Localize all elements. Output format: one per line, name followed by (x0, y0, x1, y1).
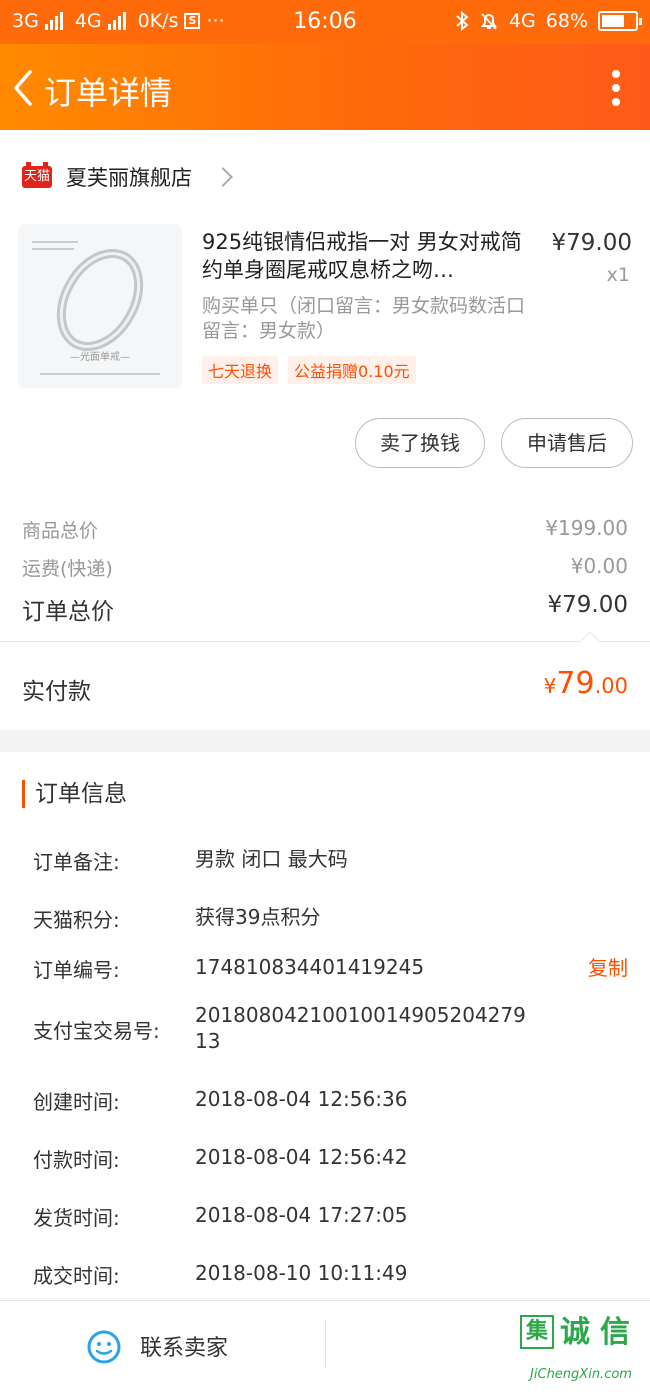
tag-charity-donation: 公益捐赠0.10元 (288, 356, 416, 384)
contact-seller-button[interactable]: 联系卖家 (86, 1328, 228, 1364)
after-sale-button[interactable]: 申请售后 (501, 418, 633, 468)
watermark-logo: 集 诚 信 JiChengXin.com (520, 1315, 642, 1387)
bottom-action-bar: 联系卖家 集 诚 信 JiChengXin.com (0, 1300, 650, 1392)
order-info-card: 订单信息 订单备注: 男款 闭口 最大码 天猫积分: 获得39点积分 订单编号:… (0, 752, 650, 1298)
paid-amount-value: ¥79.00 (544, 666, 628, 701)
product-quantity: x1 (606, 264, 630, 286)
order-total-row: 订单总价 ¥79.00 (22, 592, 628, 626)
shop-name: 夏芙丽旗舰店 (66, 166, 192, 190)
info-value: 2018080421001001490520427913 (195, 1003, 526, 1053)
product-price: ¥79.00 (551, 230, 632, 256)
tmall-logo-icon: 天猫 (22, 162, 52, 188)
pointer-arrow (580, 631, 600, 651)
ring-image-icon (32, 241, 160, 375)
info-key: 订单编号: (33, 958, 120, 982)
copy-button[interactable]: 复制 (588, 952, 628, 981)
goods-total-value: ¥199.00 (545, 516, 628, 540)
goods-total-row: 商品总价 ¥199.00 (22, 516, 628, 543)
watermark-char: 诚 (560, 1315, 590, 1350)
product-tags: 七天退换 公益捐赠0.10元 (202, 356, 416, 384)
paid-integer: 79 (556, 666, 595, 701)
top-navbar: 订单详情 (0, 44, 650, 130)
info-key: 订单备注: (33, 850, 120, 874)
more-menu-icon[interactable] (612, 70, 620, 106)
mute-bell-icon (481, 13, 497, 30)
battery-percent: 68% (545, 10, 588, 32)
watermark-box-char: 集 (520, 1315, 554, 1349)
paid-currency: ¥ (543, 674, 557, 698)
order-total-label: 订单总价 (22, 599, 114, 625)
network-type-label: 4G (508, 10, 536, 32)
battery-level-fill (602, 15, 624, 27)
goods-total-label: 商品总价 (22, 520, 99, 542)
paid-decimal: .00 (594, 674, 628, 698)
info-value: 2018-08-04 12:56:42 (195, 1145, 408, 1169)
battery-icon (598, 11, 642, 31)
product-image-caption: —光面单戒— (70, 352, 130, 363)
info-key: 天猫积分: (33, 908, 120, 932)
info-value: 174810834401419245 (195, 955, 425, 979)
shop-link[interactable]: 天猫 夏芙丽旗舰店 (22, 162, 233, 192)
info-key: 成交时间: (33, 1264, 120, 1288)
info-value: 男款 闭口 最大码 (195, 847, 348, 871)
product-image[interactable]: —光面单戒— (18, 224, 182, 388)
order-info-title: 订单信息 (22, 780, 127, 808)
info-key: 付款时间: (33, 1148, 120, 1172)
divider (0, 641, 650, 642)
contact-seller-label: 联系卖家 (140, 1336, 229, 1361)
shipping-row: 运费(快递) ¥0.00 (22, 554, 628, 581)
chat-face-icon (87, 1330, 121, 1364)
order-total-value: ¥79.00 (547, 592, 628, 618)
shipping-label: 运费(快递) (22, 558, 113, 580)
order-item-card: 天猫 夏芙丽旗舰店 —光面单戒— 925纯银情侣戒指一对 男女对戒简约单身圈尾戒… (0, 130, 650, 730)
paid-amount-label: 实付款 (22, 679, 91, 705)
page-title: 订单详情 (44, 74, 173, 112)
sell-for-cash-button[interactable]: 卖了换钱 (355, 418, 485, 468)
bluetooth-icon (456, 11, 469, 31)
chevron-right-icon (213, 167, 233, 187)
shipping-value: ¥0.00 (570, 554, 628, 578)
product-title[interactable]: 925纯银情侣戒指一对 男女对戒简约单身圈尾戒叹息桥之吻… (202, 228, 534, 284)
info-key: 创建时间: (33, 1090, 120, 1114)
tag-seven-day-return: 七天退换 (202, 356, 279, 384)
product-spec: 购买单只（闭口留言：男女款码数活口留言：男女款） (202, 295, 526, 342)
watermark-url: JiChengXin.com (530, 1367, 632, 1382)
status-bar: 3G 4G 0K/s S ··· 16:06 4G 68% (0, 0, 650, 44)
back-arrow-icon[interactable] (8, 66, 44, 110)
watermark-char: 信 (600, 1315, 630, 1350)
info-key: 支付宝交易号: (33, 1019, 160, 1043)
info-value: 2018-08-04 12:56:36 (195, 1087, 408, 1111)
divider (325, 1319, 326, 1369)
info-value: 获得39点积分 (195, 905, 321, 929)
info-value: 2018-08-10 10:11:49 (195, 1261, 408, 1285)
info-value: 2018-08-04 17:27:05 (195, 1203, 408, 1227)
info-key: 发货时间: (33, 1206, 120, 1230)
